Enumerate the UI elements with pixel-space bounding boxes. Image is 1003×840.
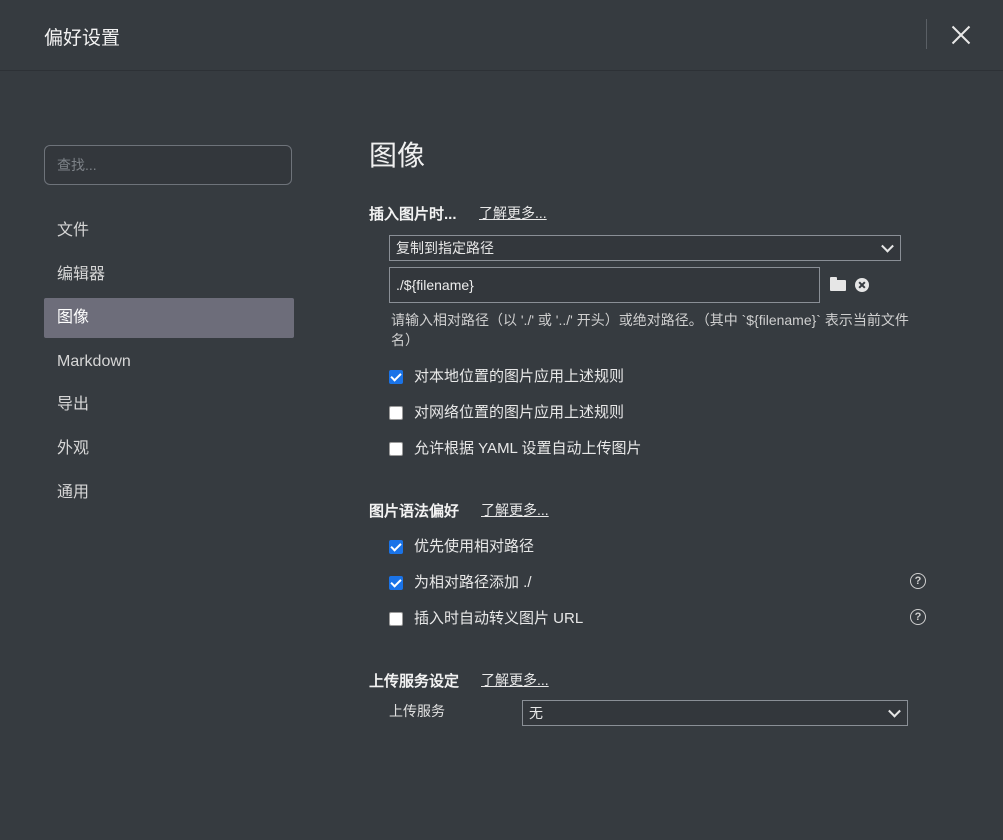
sidebar-item-image[interactable]: 图像 <box>44 298 294 339</box>
clear-circle-icon[interactable] <box>855 278 869 292</box>
sidebar-item-appearance[interactable]: 外观 <box>44 429 294 469</box>
checkbox-unchecked[interactable] <box>389 442 403 456</box>
window-title: 偏好设置 <box>44 28 121 49</box>
search-input[interactable] <box>44 145 292 185</box>
sidebar-nav: 文件 编辑器 图像 Markdown 导出 外观 通用 <box>44 211 294 516</box>
image-path-input[interactable] <box>389 267 820 303</box>
check-label: 插入时自动转义图片 URL <box>414 610 584 627</box>
checkbox-unchecked[interactable] <box>389 406 403 420</box>
syntax-learn-more-link[interactable]: 了解更多... <box>481 500 549 520</box>
upload-learn-more-link[interactable]: 了解更多... <box>481 670 549 690</box>
sidebar-item-editor[interactable]: 编辑器 <box>44 255 294 295</box>
help-icon[interactable]: ? <box>910 609 926 625</box>
check-label: 对网络位置的图片应用上述规则 <box>414 404 625 421</box>
syntax-pref-title: 图片语法偏好 <box>369 503 460 520</box>
sidebar-item-export[interactable]: 导出 <box>44 385 294 425</box>
insert-image-title: 插入图片时... <box>369 206 457 223</box>
sidebar-item-general[interactable]: 通用 <box>44 473 294 513</box>
check-label: 为相对路径添加 ./ <box>414 574 532 591</box>
upload-service-select[interactable]: 无 <box>522 700 908 726</box>
check-label: 优先使用相对路径 <box>414 538 535 555</box>
insert-action-value: 复制到指定路径 <box>396 240 494 256</box>
path-hint: 请输入相对路径（以 './' 或 '../' 开头）或绝对路径。（其中 `${f… <box>391 312 909 348</box>
upload-service-label: 上传服务 <box>389 703 445 719</box>
upload-service-value: 无 <box>529 705 543 721</box>
title-divider <box>926 19 927 49</box>
sidebar-item-files[interactable]: 文件 <box>44 211 294 251</box>
page-title: 图像 <box>369 140 426 171</box>
check-label: 对本地位置的图片应用上述规则 <box>414 368 625 385</box>
sidebar-item-markdown[interactable]: Markdown <box>44 342 294 382</box>
checkbox-checked[interactable] <box>389 540 403 554</box>
checkbox-checked[interactable] <box>389 370 403 384</box>
chevron-down-icon <box>881 239 894 253</box>
checkbox-unchecked[interactable] <box>389 612 403 626</box>
help-icon[interactable]: ? <box>910 573 926 589</box>
check-label: 允许根据 YAML 设置自动上传图片 <box>414 440 642 457</box>
insert-action-select[interactable]: 复制到指定路径 <box>389 235 901 261</box>
folder-icon[interactable] <box>830 277 846 291</box>
title-bar: 偏好设置 <box>0 0 1003 71</box>
upload-settings-title: 上传服务设定 <box>369 673 460 690</box>
chevron-down-icon <box>888 704 901 718</box>
close-icon[interactable] <box>948 22 974 48</box>
checkbox-checked[interactable] <box>389 576 403 590</box>
insert-learn-more-link[interactable]: 了解更多... <box>479 203 547 223</box>
